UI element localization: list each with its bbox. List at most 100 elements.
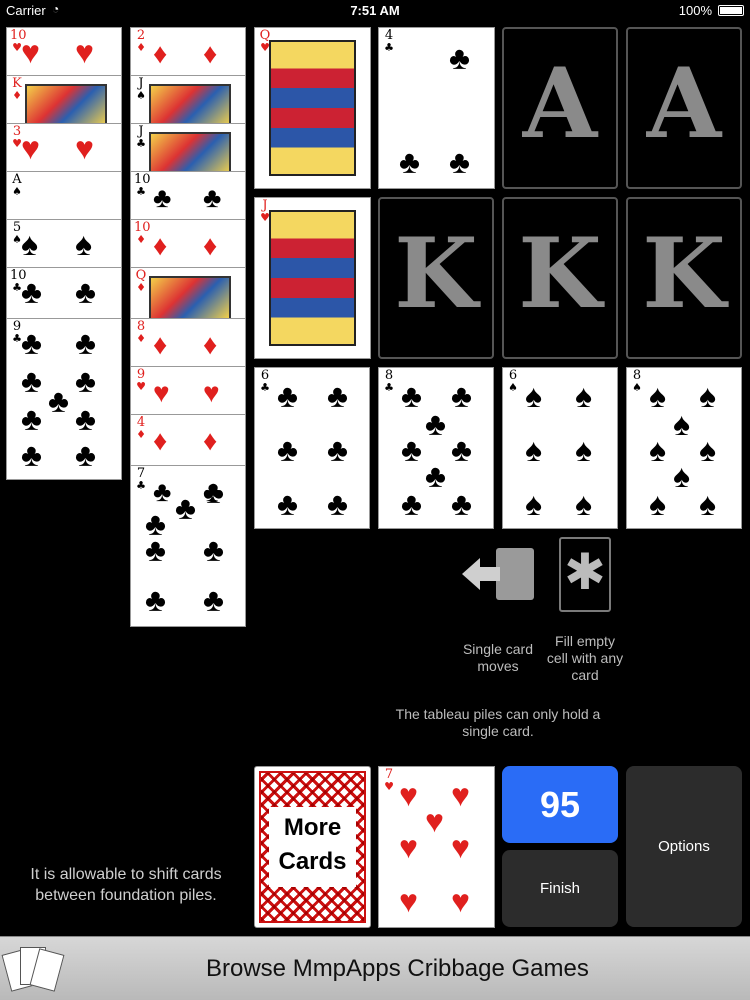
- foundation-king-2[interactable]: K: [502, 197, 618, 359]
- suit-pip-icon: ♠: [699, 378, 716, 414]
- suit-pip-icon: ♦: [153, 329, 168, 360]
- asterisk-icon: ✱: [564, 544, 606, 600]
- fill-empty-cell-icon[interactable]: ✱: [559, 537, 611, 612]
- suit-pip-icon: ♣: [277, 378, 298, 414]
- card-jack-hearts[interactable]: J ♥: [254, 197, 371, 359]
- tableau-card[interactable]: 8 ♠ ♠ ♠ ♠ ♠ ♠ ♠ ♠ ♠: [626, 367, 742, 529]
- pile-card[interactable]: 10 ♣ ♣ ♣: [6, 267, 122, 319]
- pile-card[interactable]: J ♣: [130, 123, 246, 175]
- pile-card[interactable]: 5 ♠ ♠ ♠: [6, 219, 122, 271]
- tableau-card[interactable]: 6 ♠ ♠ ♠ ♠ ♠ ♠ ♠: [502, 367, 618, 529]
- heart-pip-icon: ♥: [451, 883, 470, 919]
- suit-pip-icon: ♠: [649, 432, 666, 468]
- score-display: 95: [502, 766, 618, 843]
- card-queen-hearts[interactable]: Q ♥: [254, 27, 371, 189]
- game-screen: Carrier ◔ 7:51 AM 100% 10 ♥ ♥ ♥ K ♦ 3 ♥ ♥ ♥ A ♠ 5 ♠ ♠ ♠…: [0, 0, 750, 1000]
- suit-pip-icon: ♣: [425, 406, 446, 442]
- promo-banner[interactable]: Browse MmpApps Cribbage Games: [0, 936, 750, 1000]
- status-bar: Carrier ◔ 7:51 AM 100%: [0, 0, 750, 22]
- suit-pip-icon: ♣: [75, 437, 96, 473]
- more-cards-label: More Cards: [269, 807, 356, 887]
- suit-pip-icon: ♠: [649, 378, 666, 414]
- suit-pip-icon: ♣: [153, 476, 172, 507]
- pile-card[interactable]: K ♦: [6, 75, 122, 127]
- suit-pip-icon: ♠: [21, 226, 38, 262]
- pile-card[interactable]: 9 ♣ ♣ ♣ ♣ ♣ ♣ ♣ ♣ ♣ ♣: [6, 318, 122, 480]
- suit-pip-icon: ♠: [699, 432, 716, 468]
- pile-card[interactable]: 10 ♥ ♥ ♥: [6, 27, 122, 79]
- finish-button[interactable]: Finish: [502, 850, 618, 927]
- card-rank: 8 ♣: [384, 368, 394, 394]
- foundation-king-3[interactable]: K: [626, 197, 742, 359]
- banner-title: Browse MmpApps Cribbage Games: [206, 955, 589, 982]
- suit-pip-icon: ♣: [21, 325, 42, 361]
- pile-card[interactable]: 3 ♥ ♥ ♥: [6, 123, 122, 175]
- suit-pip-icon: ♠: [525, 432, 542, 468]
- suit-pip-icon: ♣: [75, 274, 96, 310]
- suit-pip-icon: ♥: [75, 34, 94, 70]
- foundation-rule-text: It is allowable to shift cards between f…: [30, 866, 222, 904]
- suit-pip-icon: ♣: [327, 432, 348, 468]
- card-rank: 6 ♣: [260, 368, 270, 394]
- tableau-card[interactable]: 8 ♣ ♣ ♣ ♣ ♣ ♣ ♣ ♣ ♣: [378, 367, 494, 529]
- suit-pip-icon: ♣: [175, 490, 196, 526]
- pile-card[interactable]: 10 ♦ ♦ ♦: [130, 219, 246, 271]
- suit-pip-icon: ♦: [153, 425, 168, 456]
- options-button[interactable]: Options: [626, 766, 742, 927]
- suit-pip-icon: ♠: [649, 486, 666, 522]
- suit-pip-icon: ♣: [145, 582, 166, 618]
- club-pip-icon: ♣: [449, 40, 470, 76]
- single-card-moves-label: Single card moves: [462, 641, 534, 674]
- card-rank: 7 ♣: [136, 466, 146, 492]
- suit-pip-icon: ♦: [153, 38, 168, 69]
- suit-pip-icon: ♥: [21, 34, 40, 70]
- pile-card[interactable]: 7 ♣ ♣ ♣ ♣ ♣ ♣ ♣ ♣ ♣ ♣: [130, 465, 246, 627]
- card-rank: K ♦: [12, 76, 22, 102]
- pile-card[interactable]: A ♠: [6, 171, 122, 223]
- cards-logo-icon: [1, 945, 65, 995]
- suit-pip-icon: ♠: [75, 226, 92, 262]
- foundation-king-1[interactable]: K: [378, 197, 494, 359]
- queen-face-art: [269, 40, 356, 176]
- pile-card[interactable]: 10 ♣ ♣ ♣: [130, 171, 246, 223]
- pile-card[interactable]: Q ♦: [130, 267, 246, 319]
- suit-pip-icon: ♣: [327, 486, 348, 522]
- suit-pip-icon: ♣: [401, 486, 422, 522]
- suit-pip-icon: ♣: [425, 458, 446, 494]
- suit-pip-icon: ♠: [575, 486, 592, 522]
- suit-pip-icon: ♥: [203, 377, 220, 408]
- pile-card[interactable]: 8 ♦ ♦ ♦: [130, 318, 246, 370]
- foundation-ace-1[interactable]: A: [502, 27, 618, 189]
- suit-pip-icon: ♣: [401, 432, 422, 468]
- suit-pip-icon: ♣: [21, 401, 42, 437]
- card-rank: 4 ♣: [384, 28, 394, 54]
- pile-card[interactable]: 4 ♦ ♦ ♦: [130, 414, 246, 466]
- heart-pip-icon: ♥: [451, 829, 470, 865]
- pile-card[interactable]: 9 ♥ ♥ ♥: [130, 366, 246, 418]
- suit-pip-icon: ♠: [699, 486, 716, 522]
- single-card-move-icon[interactable]: [460, 546, 536, 602]
- suit-pip-icon: ♥: [21, 130, 40, 166]
- suit-pip-icon: ♠: [525, 378, 542, 414]
- jack-face-art: [269, 210, 356, 346]
- suit-pip-icon: ♦: [203, 329, 218, 360]
- suit-pip-icon: ♣: [75, 325, 96, 361]
- card-rank: J ♠: [136, 76, 146, 102]
- suit-pip-icon: ♦: [203, 425, 218, 456]
- club-pip-icon: ♣: [449, 144, 470, 180]
- more-cards-deck[interactable]: More Cards: [254, 766, 371, 928]
- heart-pip-icon: ♥: [425, 803, 444, 839]
- suit-pip-icon: ♠: [575, 378, 592, 414]
- tableau-rule-text: The tableau piles can only hold a single…: [395, 706, 601, 739]
- card-rank: 10 ♣: [134, 172, 151, 198]
- suit-pip-icon: ♦: [203, 230, 218, 261]
- suit-pip-icon: ♣: [145, 532, 166, 568]
- waste-card-7-hearts[interactable]: 7 ♥ ♥ ♥ ♥ ♥ ♥ ♥ ♥: [378, 766, 495, 928]
- card-4-clubs[interactable]: 4 ♣ ♣ ♣ ♣: [378, 27, 495, 189]
- suit-pip-icon: ♦: [153, 230, 168, 261]
- pile-card[interactable]: 2 ♦ ♦ ♦: [130, 27, 246, 79]
- pile-card[interactable]: J ♠: [130, 75, 246, 127]
- suit-pip-icon: ♣: [48, 383, 69, 419]
- foundation-ace-2[interactable]: A: [626, 27, 742, 189]
- tableau-card[interactable]: 6 ♣ ♣ ♣ ♣ ♣ ♣ ♣: [254, 367, 370, 529]
